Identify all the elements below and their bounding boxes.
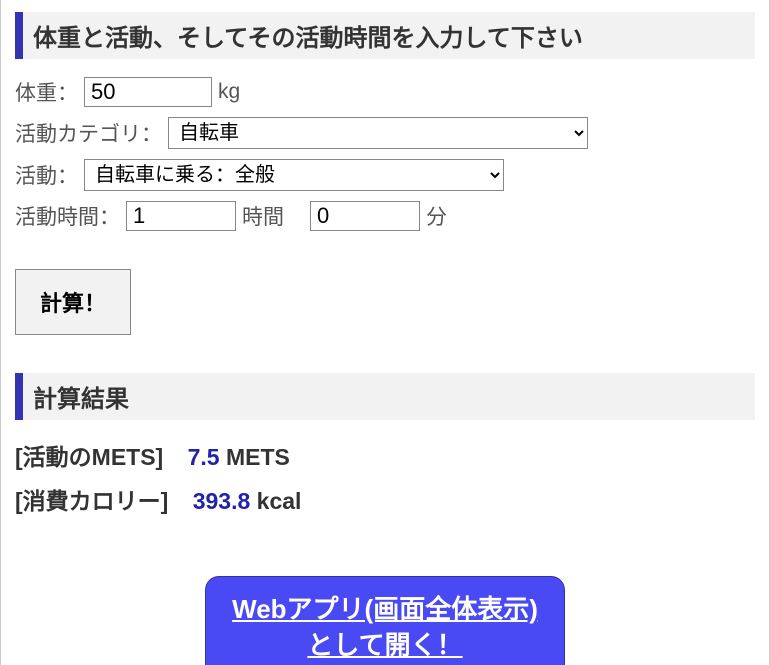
kcal-value: 393.8 [193,488,251,514]
kcal-label: [消費カロリー] [15,488,168,514]
kcal-result-line: [消費カロリー] 393.8 kcal [15,482,755,516]
kcal-unit: kcal [257,488,302,514]
input-section-title: 体重と活動、そしてその活動時間を入力して下さい [15,12,755,59]
app-link-line2: として開く！ [307,630,462,660]
app-link-wrap: Webアプリ(画面全体表示) として開く！ [15,576,755,665]
mets-unit: METS [226,444,290,470]
hours-unit: 時間 [242,201,284,231]
weight-row: 体重： kg [15,77,755,107]
duration-row: 活動時間： 時間 分 [15,201,755,231]
activity-select[interactable]: 自転車に乗る：全般 [84,159,504,191]
hours-input[interactable] [126,201,236,231]
category-select[interactable]: 自転車 [168,117,588,149]
duration-label: 活動時間： [15,201,120,231]
weight-label: 体重： [15,77,78,107]
mets-label: [活動のMETS] [15,444,163,470]
mets-result-line: [活動のMETS] 7.5 METS [15,438,755,472]
activity-row: 活動： 自転車に乗る：全般 [15,159,755,191]
minutes-unit: 分 [426,201,447,231]
weight-unit: kg [218,80,240,104]
open-webapp-link[interactable]: Webアプリ(画面全体表示) として開く！ [205,576,565,665]
mets-value: 7.5 [188,444,220,470]
activity-label: 活動： [15,160,78,190]
weight-input[interactable] [84,77,212,107]
category-label: 活動カテゴリ： [15,118,162,148]
category-row: 活動カテゴリ： 自転車 [15,117,755,149]
result-section-title: 計算結果 [15,373,755,420]
minutes-input[interactable] [310,201,420,231]
calculate-button[interactable]: 計算！ [15,269,131,335]
app-link-line1: Webアプリ(画面全体表示) [232,594,538,624]
results-block: [活動のMETS] 7.5 METS [消費カロリー] 393.8 kcal [15,438,755,516]
page-container: 体重と活動、そしてその活動時間を入力して下さい 体重： kg 活動カテゴリ： 自… [0,0,770,665]
